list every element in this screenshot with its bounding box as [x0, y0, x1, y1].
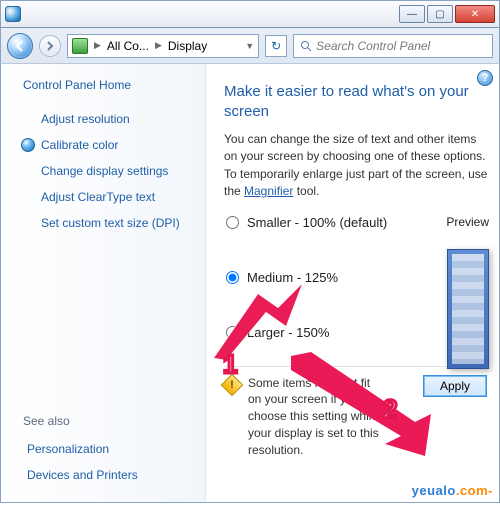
page-title: Make it easier to read what's on your sc…: [224, 82, 489, 121]
warning-message: Some items may not fit on your screen if…: [248, 375, 386, 459]
chevron-right-icon: ▶: [94, 40, 101, 51]
radio-larger[interactable]: [226, 326, 239, 339]
radio-medium[interactable]: [226, 271, 239, 284]
preview-image: [447, 249, 489, 369]
forward-button[interactable]: [39, 35, 61, 57]
close-button[interactable]: ✕: [455, 5, 495, 23]
chevron-down-icon[interactable]: ▼: [245, 41, 254, 51]
search-placeholder: Search Control Panel: [316, 39, 430, 53]
control-panel-icon: [72, 38, 88, 54]
sidebar: Control Panel Home Adjust resolution Cal…: [1, 64, 206, 502]
sidebar-item-calibrate-color[interactable]: Calibrate color: [15, 132, 191, 158]
magnifier-link[interactable]: Magnifier: [244, 184, 293, 198]
arrow-right-icon: [45, 41, 55, 51]
chevron-right-icon: ▶: [155, 40, 162, 51]
arrow-left-icon: [14, 40, 26, 52]
back-button[interactable]: [7, 33, 33, 59]
address-bar: ▶ All Co... ▶ Display ▼ ↻ Search Control…: [0, 28, 500, 64]
breadcrumb[interactable]: ▶ All Co... ▶ Display ▼: [67, 34, 259, 58]
sidebar-item-custom-text-size[interactable]: Set custom text size (DPI): [15, 210, 191, 236]
refresh-button[interactable]: ↻: [265, 35, 287, 57]
main-panel: ? Make it easier to read what's on your …: [206, 64, 499, 502]
control-panel-home-link[interactable]: Control Panel Home: [23, 78, 191, 92]
see-also-devices-printers[interactable]: Devices and Printers: [15, 462, 191, 488]
watermark: yeualo.com-: [412, 483, 493, 498]
warning-icon: !: [221, 373, 244, 396]
search-input[interactable]: Search Control Panel: [293, 34, 493, 58]
search-icon: [300, 40, 312, 52]
sidebar-item-adjust-resolution[interactable]: Adjust resolution: [15, 106, 191, 132]
page-description: You can change the size of text and othe…: [224, 131, 489, 201]
sidebar-item-change-display-settings[interactable]: Change display settings: [15, 158, 191, 184]
preview-label: Preview: [446, 215, 489, 229]
window-titlebar: — ▢ ✕: [0, 0, 500, 28]
app-icon: [5, 6, 21, 22]
minimize-button[interactable]: —: [399, 5, 425, 23]
help-button[interactable]: ?: [477, 70, 493, 86]
see-also-personalization[interactable]: Personalization: [15, 436, 191, 462]
radio-smaller[interactable]: [226, 216, 239, 229]
crumb-root[interactable]: All Co...: [107, 39, 149, 53]
apply-button[interactable]: Apply: [423, 375, 487, 397]
crumb-current[interactable]: Display: [168, 39, 207, 53]
sidebar-item-adjust-cleartype[interactable]: Adjust ClearType text: [15, 184, 191, 210]
maximize-button[interactable]: ▢: [427, 5, 453, 23]
shield-icon: [21, 138, 35, 152]
see-also-header: See also: [23, 414, 191, 428]
